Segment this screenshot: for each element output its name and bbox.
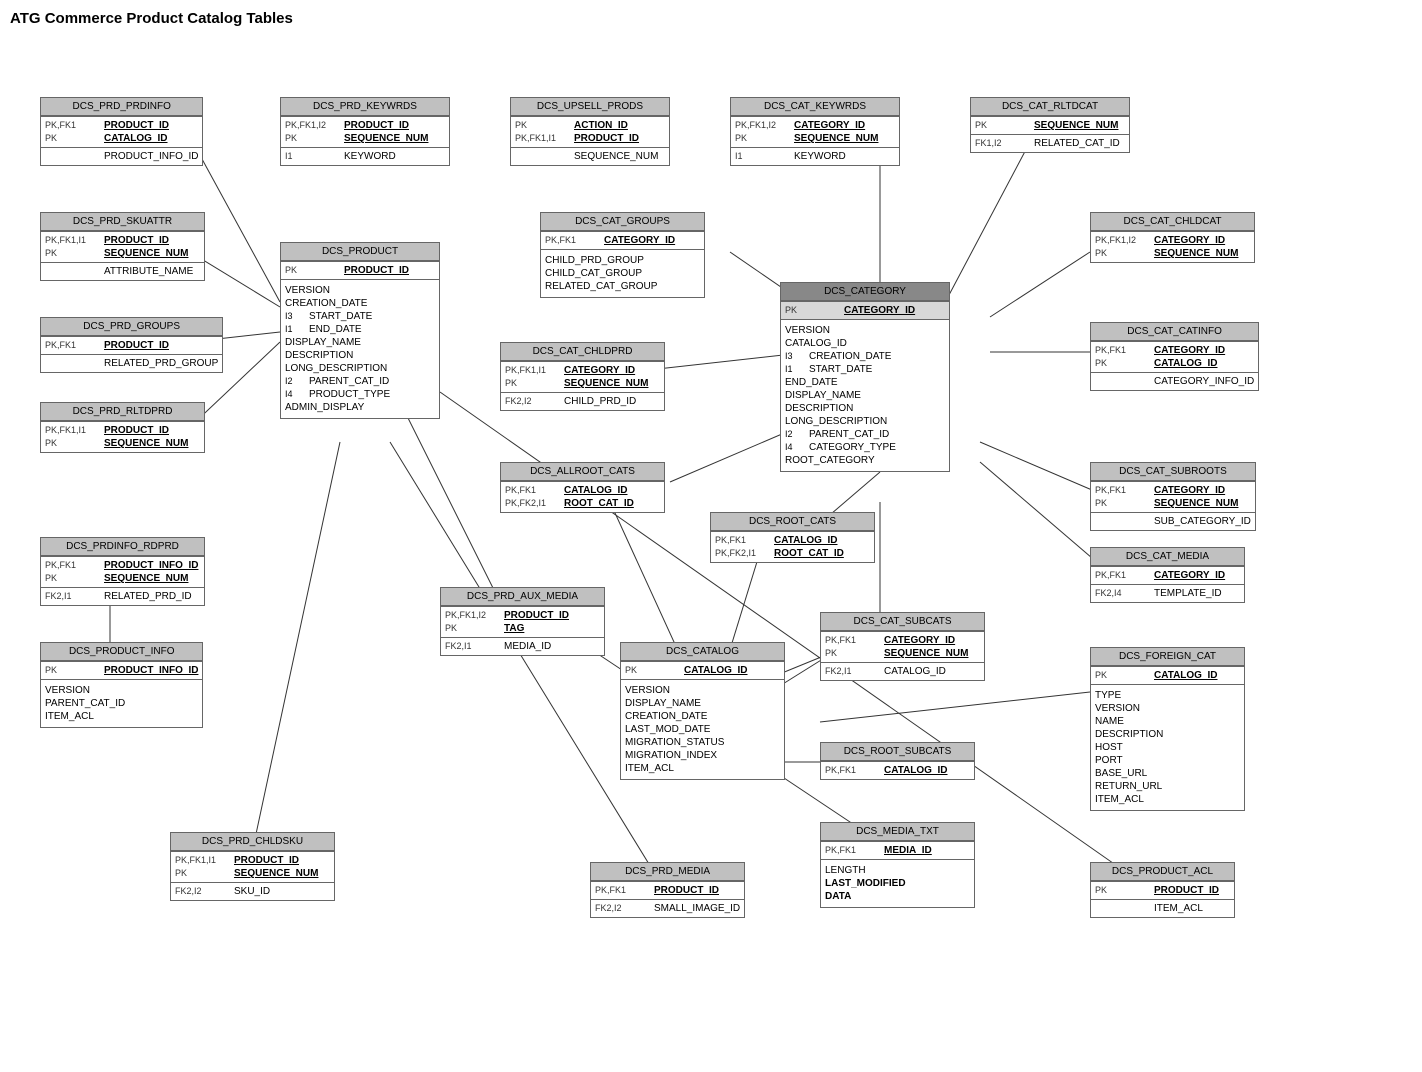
table-dcs-prdinfo-rdprd: DCS_PRDINFO_RDPRD PK,FK1PRODUCT_INFO_ID … xyxy=(40,537,205,606)
table-dcs-prd-aux-media: DCS_PRD_AUX_MEDIA PK,FK1,I2PRODUCT_ID PK… xyxy=(440,587,605,656)
table-dcs-allroot-cats: DCS_ALLROOT_CATS PK,FK1CATALOG_ID PK,FK2… xyxy=(500,462,665,513)
table-dcs-catalog: DCS_CATALOG PKCATALOG_ID VERSION DISPLAY… xyxy=(620,642,785,780)
table-dcs-prd-skuattr: DCS_PRD_SKUATTR PK,FK1,I1PRODUCT_ID PKSE… xyxy=(40,212,205,281)
table-dcs-foreign-cat: DCS_FOREIGN_CAT PKCATALOG_ID TYPE VERSIO… xyxy=(1090,647,1245,811)
table-dcs-cat-media: DCS_CAT_MEDIA PK,FK1CATEGORY_ID FK2,I4TE… xyxy=(1090,547,1245,603)
table-dcs-cat-chldprd: DCS_CAT_CHLDPRD PK,FK1,I1CATEGORY_ID PKS… xyxy=(500,342,665,411)
table-dcs-product-info: DCS_PRODUCT_INFO PKPRODUCT_INFO_ID VERSI… xyxy=(40,642,203,728)
table-title-dcs-prd-prdinfo: DCS_PRD_PRDINFO xyxy=(41,98,202,116)
table-dcs-prd-media: DCS_PRD_MEDIA PK,FK1PRODUCT_ID FK2,I2SMA… xyxy=(590,862,745,918)
table-dcs-cat-catinfo: DCS_CAT_CATINFO PK,FK1CATEGORY_ID PKCATA… xyxy=(1090,322,1259,391)
table-dcs-prd-prdinfo: DCS_PRD_PRDINFO PK,FK1PRODUCT_ID PKCATAL… xyxy=(40,97,203,166)
table-dcs-cat-rltdcat: DCS_CAT_RLTDCAT PKSEQUENCE_NUM FK1,I2REL… xyxy=(970,97,1130,153)
diagram-container: DCS_PRD_PRDINFO PK,FK1PRODUCT_ID PKCATAL… xyxy=(10,42,1390,1062)
table-dcs-category: DCS_CATEGORY PKCATEGORY_ID VERSION CATAL… xyxy=(780,282,950,472)
table-dcs-root-subcats: DCS_ROOT_SUBCATS PK,FK1CATALOG_ID xyxy=(820,742,975,780)
table-dcs-product-acl: DCS_PRODUCT_ACL PKPRODUCT_ID ITEM_ACL xyxy=(1090,862,1235,918)
table-dcs-cat-subroots: DCS_CAT_SUBROOTS PK,FK1CATEGORY_ID PKSEQ… xyxy=(1090,462,1256,531)
table-dcs-cat-keywrds: DCS_CAT_KEYWRDS PK,FK1,I2CATEGORY_ID PKS… xyxy=(730,97,900,166)
table-dcs-prd-groups: DCS_PRD_GROUPS PK,FK1PRODUCT_ID RELATED_… xyxy=(40,317,223,373)
table-dcs-prd-rltdprd: DCS_PRD_RLTDPRD PK,FK1,I1PRODUCT_ID PKSE… xyxy=(40,402,205,453)
page-title: ATG Commerce Product Catalog Tables xyxy=(10,10,1412,27)
table-dcs-cat-subcats: DCS_CAT_SUBCATS PK,FK1CATEGORY_ID PKSEQU… xyxy=(820,612,985,681)
table-dcs-cat-groups: DCS_CAT_GROUPS PK,FK1CATEGORY_ID CHILD_P… xyxy=(540,212,705,298)
table-dcs-product: DCS_PRODUCT PKPRODUCT_ID VERSION CREATIO… xyxy=(280,242,440,419)
table-dcs-upsell-prods: DCS_UPSELL_PRODS PKACTION_ID PK,FK1,I1PR… xyxy=(510,97,670,166)
table-dcs-prd-chldsku: DCS_PRD_CHLDSKU PK,FK1,I1PRODUCT_ID PKSE… xyxy=(170,832,335,901)
table-dcs-cat-chldcat: DCS_CAT_CHLDCAT PK,FK1,I2CATEGORY_ID PKS… xyxy=(1090,212,1255,263)
table-dcs-prd-keywrds: DCS_PRD_KEYWRDS PK,FK1,I2PRODUCT_ID PKSE… xyxy=(280,97,450,166)
table-dcs-root-cats: DCS_ROOT_CATS PK,FK1CATALOG_ID PK,FK2,I1… xyxy=(710,512,875,563)
table-dcs-media-txt: DCS_MEDIA_TXT PK,FK1MEDIA_ID LENGTH LAST… xyxy=(820,822,975,908)
